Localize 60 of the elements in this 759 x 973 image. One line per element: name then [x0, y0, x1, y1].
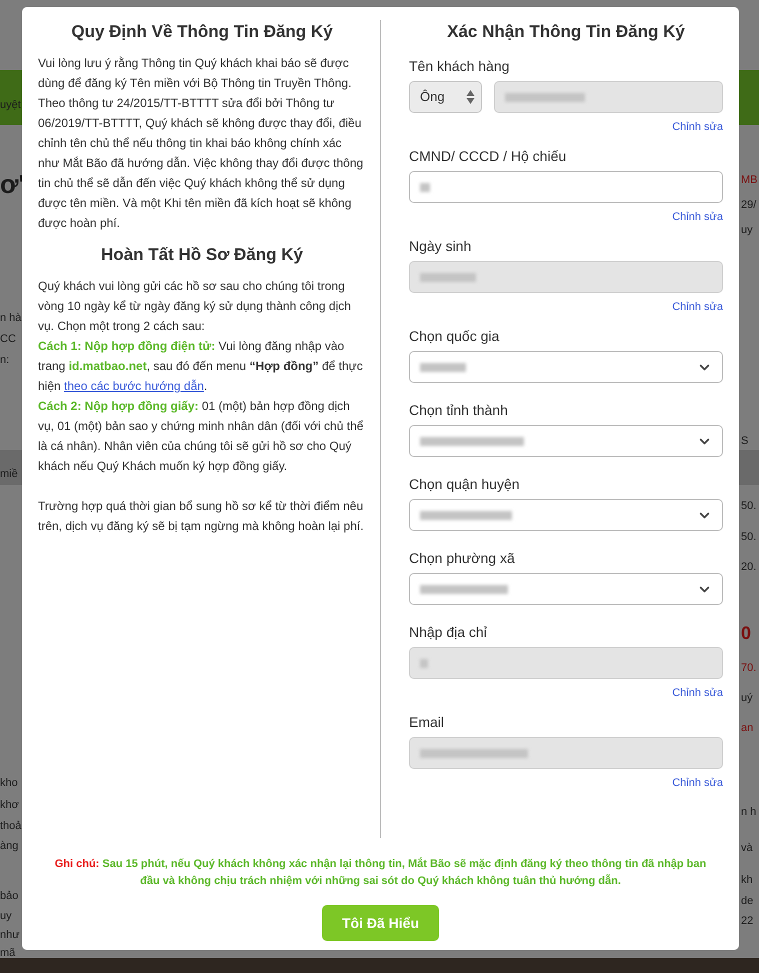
page-text: uy	[0, 909, 12, 924]
page-text: uy	[741, 223, 753, 238]
page-text: 29/	[741, 198, 756, 213]
page-text: 20.	[741, 560, 756, 575]
page-text: khơ	[0, 798, 19, 813]
blurred-value	[420, 362, 466, 372]
field-label: Chọn quốc gia	[409, 328, 500, 344]
page-text: miề	[0, 467, 18, 482]
note-text: Ghi chú: Sau 15 phút, nếu Quý khách không xác nhận lại thông tin, Mắt Bão sẽ mặc định đăng ký theo thông tin đã nhập ban đầu và không chịu trách nhiệm với những sai sót do Quý khách không tuân thủ hướng dẫn.	[54, 856, 708, 889]
select-field[interactable]	[409, 425, 723, 457]
blurred-value	[420, 272, 476, 282]
page-text: n hà	[0, 311, 22, 326]
page-text: kho	[0, 776, 18, 791]
edit-link[interactable]: Chỉnh sửa	[672, 209, 723, 225]
section-title: Xác Nhận Thông Tin Đăng Ký	[446, 21, 686, 43]
page-text: 22	[741, 914, 754, 929]
up-down-icon	[466, 89, 475, 105]
field-label: Tên khách hàng	[409, 58, 510, 74]
page-text: uyệt	[0, 98, 21, 113]
page-text: ơ'	[0, 176, 25, 192]
page-text: S	[741, 434, 748, 449]
page-text: 70.	[741, 661, 756, 676]
page-text: 0	[741, 625, 752, 641]
section-title: Hoàn Tất Hồ Sơ Đăng Ký	[100, 244, 304, 266]
select-field[interactable]	[409, 351, 723, 383]
page-text: n:	[0, 353, 10, 368]
select-field[interactable]	[409, 573, 723, 605]
field-label: Chọn tỉnh thành	[409, 402, 509, 418]
page-text: thoả	[0, 819, 22, 834]
page-text: và	[741, 841, 753, 856]
blurred-value	[420, 658, 428, 668]
page-text: MB	[741, 173, 758, 188]
page-text: de	[741, 894, 754, 909]
paragraph: Vui lòng lưu ý rằng Thông tin Quý khách khai báo sẽ được dùng để đăng ký Tên miền với Bộ Thông tin Truyền Thông. Theo thông tư 24/2015/TT-BTTTT sửa đổi bởi Thông tư 06/2019/TT-BTTTT, Quý khách sẽ không được thay đổi, điều chỉnh tên chủ thể nếu thông tin khai báo không chính xác như Mắt Bão đã hướng dẫn. Việc không thay đổi được thông tin chủ thể sẽ dẫn đến việc Quý khách không thể sử dụng được tên miền. Và một Khi tên miền đã kích hoạt sẽ không được hoàn phí.	[38, 55, 364, 232]
blurred-value	[420, 182, 430, 192]
page-text: àng	[0, 839, 18, 854]
page-text: n h	[741, 805, 756, 820]
input-field[interactable]	[409, 171, 723, 203]
field-label: Chọn phường xã	[409, 550, 516, 566]
page-text: như	[0, 928, 20, 943]
page-text: uý	[741, 691, 753, 706]
page-text: bảo	[0, 889, 18, 904]
page-text: an	[741, 721, 754, 736]
section-title: Quy Định Về Thông Tin Đăng Ký	[70, 21, 334, 43]
paragraph: Quý khách vui lòng gửi các hồ sơ sau cho chúng tôi trong vòng 10 ngày kể từ ngày đăng ký sử dụng thành công dịch vụ. Chọn một trong 2 cách sau:	[38, 278, 352, 335]
page-text: mã	[0, 946, 16, 961]
field-label: Chọn quận huyện	[409, 476, 521, 492]
page-text: 50.	[741, 499, 756, 514]
page-text: 50.	[741, 530, 756, 545]
page-text: kh	[741, 873, 753, 888]
paragraph: Cách 1: Nộp hợp đồng điện tử: Vui lòng đăng nhập vào trang id.matbao.net, sau đó đến menu “Hợp đồng” để thực hiện theo các bước hướng dẫn.	[38, 338, 364, 395]
field-label: Nhập địa chỉ	[409, 624, 488, 640]
paragraph: Cách 2: Nộp hợp đồng giấy: 01 (một) bản hợp đồng dịch vụ, 01 (một) bản sao y chứng minh nhân dân (đối với chủ thể là cá nhân). Nhân viên của chúng tôi sẽ gửi hồ sơ cho Quý khách nếu Quý Khách muốn ký hợp đồng giấy.	[38, 398, 364, 475]
paragraph: Trường hợp quá thời gian bổ sung hồ sơ kể từ thời điểm nêu trên, dịch vụ đăng ký sẽ bị tạm ngừng mà không hoàn lại phí.	[38, 498, 365, 535]
guide-link[interactable]: theo các bước hướng dẫn	[64, 379, 204, 393]
page-text: CC	[0, 332, 16, 347]
field-label: Email	[409, 714, 446, 730]
field-label: CMND/ CCCD / Hộ chiếu	[409, 148, 568, 164]
field-label: Ngày sinh	[409, 238, 472, 254]
select-field[interactable]	[409, 499, 723, 531]
